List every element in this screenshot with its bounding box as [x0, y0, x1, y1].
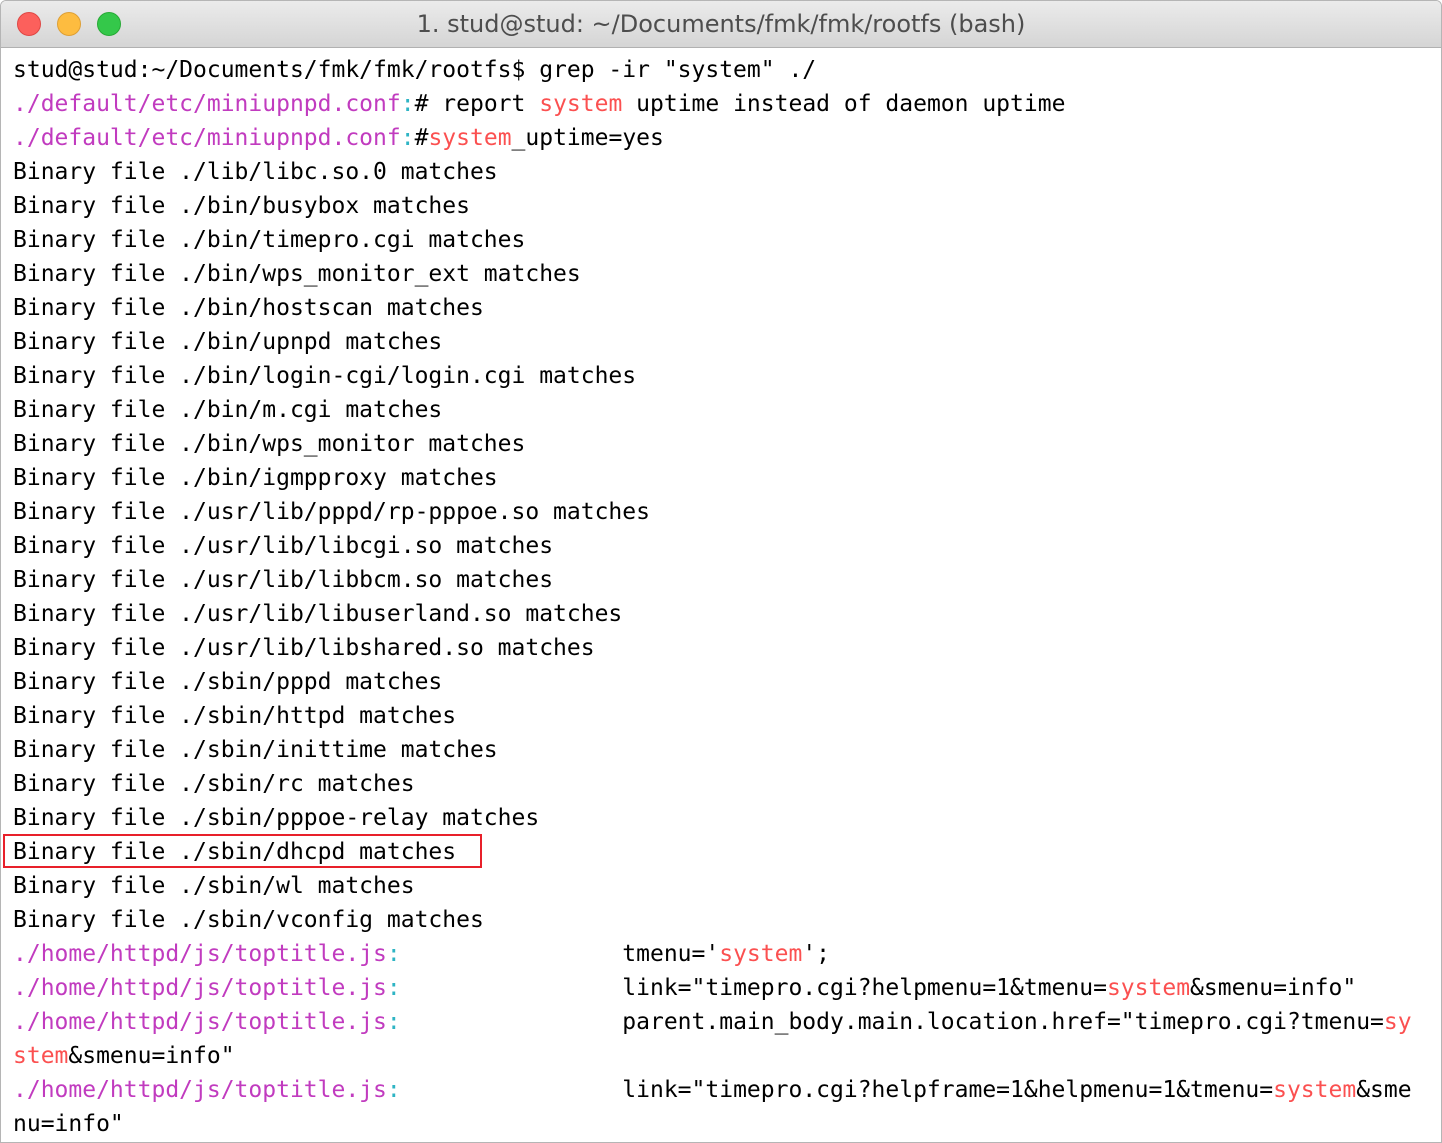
terminal-line: Binary file ./bin/wps_monitor matches — [13, 427, 1433, 461]
terminal-line: Binary file ./usr/lib/pppd/rp-pppoe.so m… — [13, 495, 1433, 529]
output-lines: ./default/etc/miniupnpd.conf:# report sy… — [13, 87, 1433, 1141]
segment-sep: : — [386, 941, 401, 967]
segment-sep: : — [386, 1009, 401, 1035]
command-line: stud@stud:~/Documents/fmk/fmk/rootfs$ gr… — [13, 57, 817, 83]
terminal-line: ./home/httpd/js/toptitle.js: link="timep… — [13, 1073, 1433, 1107]
segment-text: Binary file ./bin/busybox matches — [13, 193, 470, 219]
segment-path: ./home/httpd/js/toptitle.js — [13, 1009, 387, 1035]
terminal-output[interactable]: stud@stud:~/Documents/fmk/fmk/rootfs$ gr… — [13, 53, 1433, 1141]
segment-text: parent.main_body.main.location.href="tim… — [400, 1009, 1384, 1035]
segment-text: &smenu=info" — [68, 1043, 235, 1069]
segment-text: Binary file ./usr/lib/libbcm.so matches — [13, 567, 554, 593]
terminal-line: Binary file ./bin/hostscan matches — [13, 291, 1433, 325]
segment-text: Binary file ./sbin/httpd matches — [13, 703, 457, 729]
terminal-line: Binary file ./bin/busybox matches — [13, 189, 1433, 223]
segment-text: # — [414, 125, 429, 151]
terminal-line: Binary file ./usr/lib/libcgi.so matches — [13, 529, 1433, 563]
segment-text: Binary file ./sbin/rc matches — [13, 771, 415, 797]
segment-text: Binary file ./lib/libc.so.0 matches — [13, 159, 498, 185]
segment-text: Binary file ./bin/timepro.cgi matches — [13, 227, 526, 253]
segment-text: Binary file ./usr/lib/pppd/rp-pppoe.so m… — [13, 499, 650, 525]
segment-text: _uptime=yes — [511, 125, 664, 151]
terminal-line: ./home/httpd/js/toptitle.js: tmenu='syst… — [13, 937, 1433, 971]
terminal-line: Binary file ./bin/timepro.cgi matches — [13, 223, 1433, 257]
terminal-line: Binary file ./usr/lib/libshared.so match… — [13, 631, 1433, 665]
segment-text: Binary file ./sbin/pppoe-relay matches — [13, 805, 540, 831]
window-title: 1. stud@stud: ~/Documents/fmk/fmk/rootfs… — [416, 10, 1026, 38]
segment-text: Binary file ./bin/wps_monitor_ext matche… — [13, 261, 581, 287]
terminal-line: Binary file ./sbin/httpd matches — [13, 699, 1433, 733]
terminal-line: Binary file ./bin/upnpd matches — [13, 325, 1433, 359]
terminal-window: 1. stud@stud: ~/Documents/fmk/fmk/rootfs… — [0, 0, 1442, 1143]
terminal-line: Binary file ./sbin/wl matches — [13, 869, 1433, 903]
segment-text: link="timepro.cgi?helpframe=1&helpmenu=1… — [400, 1077, 1274, 1103]
terminal-line: Binary file ./lib/libc.so.0 matches — [13, 155, 1433, 189]
segment-text: # report — [414, 91, 540, 117]
terminal-line: ./home/httpd/js/toptitle.js: parent.main… — [13, 1005, 1433, 1039]
segment-match: system — [428, 125, 512, 151]
segment-text: Binary file ./bin/hostscan matches — [13, 295, 484, 321]
segment-match: system — [1273, 1077, 1357, 1103]
segment-text: link="timepro.cgi?helpmenu=1&tmenu= — [400, 975, 1107, 1001]
segment-text: &sme — [1356, 1077, 1412, 1103]
segment-text: uptime instead of daemon uptime — [622, 91, 1066, 117]
terminal-line: ./default/etc/miniupnpd.conf:#system_upt… — [13, 121, 1433, 155]
terminal-line: Binary file ./bin/igmpproxy matches — [13, 461, 1433, 495]
terminal-line: stem&smenu=info" — [13, 1039, 1433, 1073]
terminal-line: Binary file ./bin/wps_monitor_ext matche… — [13, 257, 1433, 291]
segment-match: system — [719, 941, 803, 967]
segment-path: ./default/etc/miniupnpd.conf — [13, 125, 401, 151]
segment-sep: : — [386, 1077, 401, 1103]
terminal-line: Binary file ./sbin/inittime matches — [13, 733, 1433, 767]
terminal-line: Binary file ./sbin/rc matches — [13, 767, 1433, 801]
segment-text: '; — [802, 941, 831, 967]
segment-text: Binary file ./bin/m.cgi matches — [13, 397, 443, 423]
terminal-line: Binary file ./bin/m.cgi matches — [13, 393, 1433, 427]
segment-path: ./home/httpd/js/toptitle.js — [13, 941, 387, 967]
segment-text: Binary file ./usr/lib/libshared.so match… — [13, 635, 595, 661]
terminal-line: ./default/etc/miniupnpd.conf:# report sy… — [13, 87, 1433, 121]
segment-text: Binary file ./sbin/vconfig matches — [13, 907, 484, 933]
terminal-line: Binary file ./sbin/pppoe-relay matches — [13, 801, 1433, 835]
terminal-line: ./home/httpd/js/toptitle.js: link="timep… — [13, 971, 1433, 1005]
segment-sep: : — [400, 125, 415, 151]
highlight-box — [3, 834, 482, 868]
segment-text: Binary file ./sbin/pppd matches — [13, 669, 443, 695]
title-bar[interactable]: 1. stud@stud: ~/Documents/fmk/fmk/rootfs… — [1, 1, 1441, 48]
segment-path: ./home/httpd/js/toptitle.js — [13, 975, 387, 1001]
terminal-line: Binary file ./bin/login-cgi/login.cgi ma… — [13, 359, 1433, 393]
terminal-line: nu=info" — [13, 1107, 1433, 1141]
segment-match: system — [1106, 975, 1191, 1001]
segment-text: Binary file ./sbin/inittime matches — [13, 737, 498, 763]
segment-text: &smenu=info" — [1190, 975, 1357, 1001]
segment-text: Binary file ./bin/login-cgi/login.cgi ma… — [13, 363, 637, 389]
segment-path: ./default/etc/miniupnpd.conf — [13, 91, 401, 117]
segment-text: Binary file ./sbin/wl matches — [13, 873, 415, 899]
segment-text: nu=info" — [13, 1111, 124, 1137]
segment-text: Binary file ./usr/lib/libcgi.so matches — [13, 533, 554, 559]
segment-text: Binary file ./usr/lib/libuserland.so mat… — [13, 601, 623, 627]
terminal-line: Binary file ./usr/lib/libbcm.so matches — [13, 563, 1433, 597]
segment-text: Binary file ./bin/wps_monitor matches — [13, 431, 526, 457]
segment-match: stem — [13, 1043, 69, 1069]
segment-sep: : — [386, 975, 401, 1001]
terminal-line: Binary file ./usr/lib/libuserland.so mat… — [13, 597, 1433, 631]
segment-text: Binary file ./bin/upnpd matches — [13, 329, 443, 355]
terminal-line: Binary file ./sbin/pppd matches — [13, 665, 1433, 699]
segment-match: system — [539, 91, 623, 117]
segment-sep: : — [400, 91, 415, 117]
segment-text: Binary file ./bin/igmpproxy matches — [13, 465, 498, 491]
segment-path: ./home/httpd/js/toptitle.js — [13, 1077, 387, 1103]
segment-text: tmenu=' — [400, 941, 720, 967]
segment-match: sy — [1383, 1009, 1412, 1035]
terminal-line: Binary file ./sbin/vconfig matches — [13, 903, 1433, 937]
